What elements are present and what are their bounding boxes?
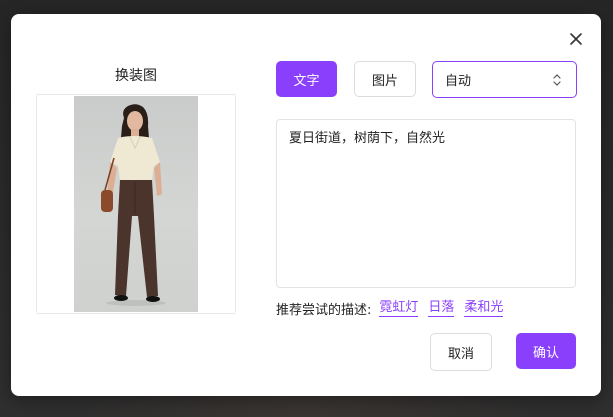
outfit-dialog: 换装图 文字 图片 自动 夏日街道，树荫下，自然光 推荐尝试的描述: 霓虹灯 日…: [11, 14, 601, 396]
suggestion-neon[interactable]: 霓虹灯: [379, 299, 419, 317]
suggestion-sunset[interactable]: 日落: [428, 299, 455, 317]
model-figure: [101, 104, 166, 306]
outfit-photo: [74, 96, 198, 312]
outfit-image-frame: [36, 94, 236, 314]
panel-title: 换装图: [115, 68, 157, 84]
suggestion-soft-light[interactable]: 柔和光: [464, 299, 504, 317]
close-icon[interactable]: [567, 30, 585, 48]
cancel-button[interactable]: 取消: [430, 333, 492, 371]
chevron-updown-icon: [553, 74, 561, 86]
prompt-input[interactable]: 夏日街道，树荫下，自然光: [276, 119, 576, 288]
tab-image[interactable]: 图片: [354, 61, 416, 97]
suggestion-label: 推荐尝试的描述:: [276, 302, 372, 318]
mode-select-value: 自动: [445, 74, 472, 89]
tab-text[interactable]: 文字: [276, 61, 337, 97]
confirm-button[interactable]: 确认: [516, 333, 576, 369]
suggestion-row: 推荐尝试的描述: 霓虹灯 日落 柔和光: [276, 298, 504, 318]
mode-select[interactable]: 自动: [432, 61, 577, 98]
